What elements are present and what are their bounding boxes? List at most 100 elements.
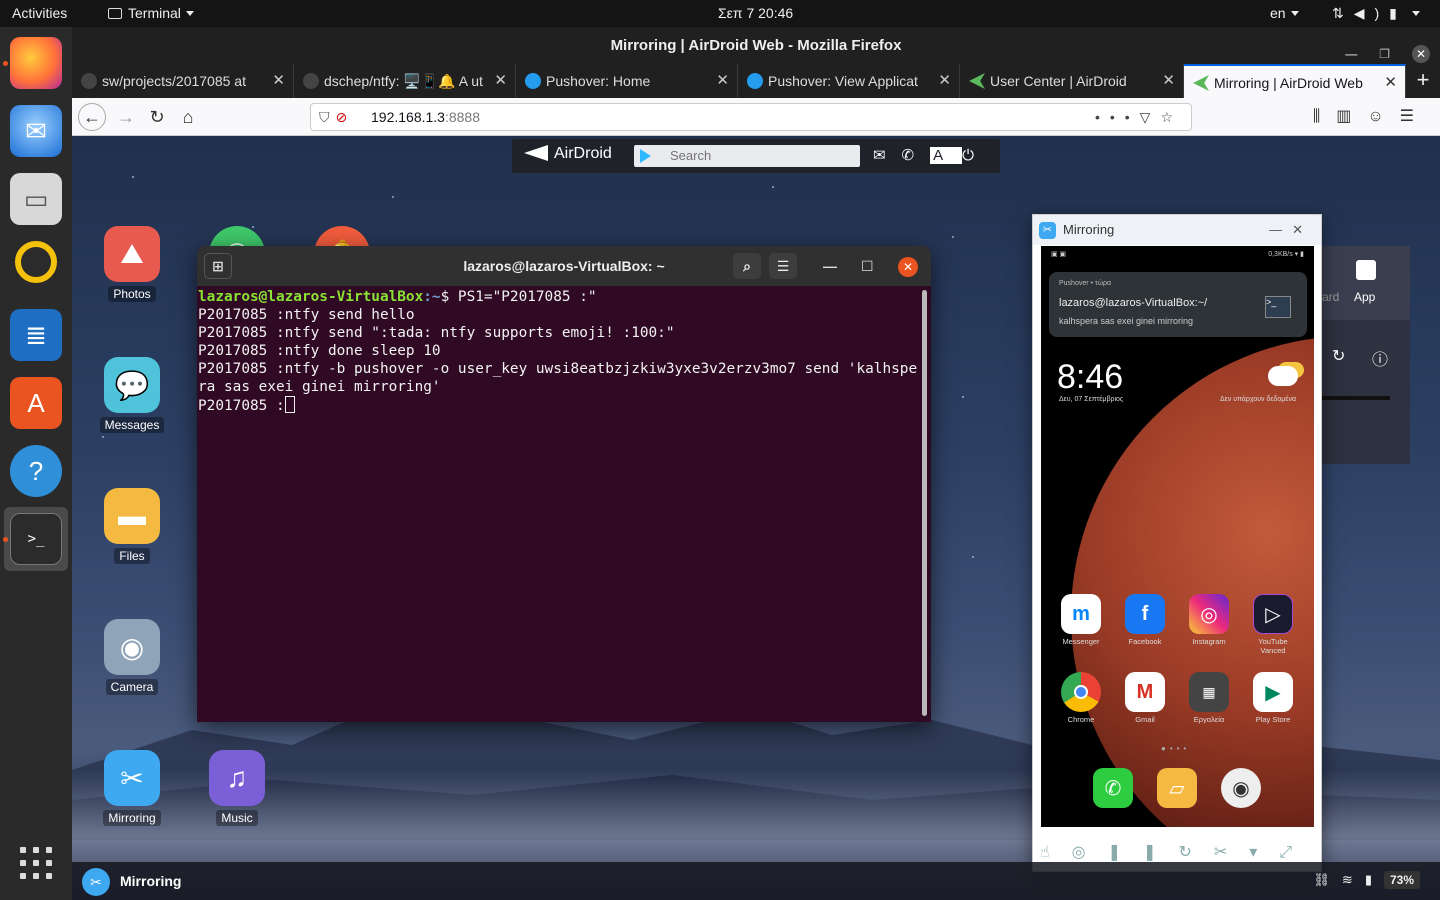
app-label[interactable]: App — [1354, 290, 1375, 304]
terminal-titlebar[interactable]: ⊞ lazaros@lazaros-VirtualBox: ~ ⌕ ☰ — ☐ … — [197, 246, 931, 286]
running-indicator — [3, 61, 8, 66]
thunderbird-icon[interactable]: ✉ — [10, 105, 62, 157]
chevron-down-icon — [1290, 11, 1299, 16]
terminal-scrollbar[interactable] — [922, 290, 927, 716]
info-icon[interactable]: ⓘ — [1372, 346, 1388, 370]
sidebar-icon[interactable]: ▥ — [1336, 108, 1367, 125]
phone-app-tools-folder[interactable]: ▦ Εργαλεία — [1181, 672, 1237, 724]
pocket-icon[interactable]: ▽ — [1140, 109, 1161, 125]
url-bar[interactable]: ⛉⊘ 192.168.1.3:8888 •••▽☆ — [310, 103, 1192, 131]
phone-icon[interactable]: ✆ — [902, 147, 931, 164]
app-label: Messages — [99, 417, 165, 433]
library-icon[interactable]: ⫼ — [1313, 108, 1336, 125]
link-icon[interactable]: ⛓ — [1313, 872, 1342, 887]
close-icon[interactable]: ✕ — [898, 257, 918, 277]
airdroid-icon — [969, 73, 985, 89]
airdroid-search-input[interactable] — [634, 145, 860, 167]
forward-button[interactable]: → — [112, 104, 140, 130]
bookmark-star-icon[interactable]: ☆ — [1160, 109, 1183, 125]
mirroring-titlebar[interactable]: ✂ Mirroring —✕ — [1033, 215, 1321, 245]
minimize-icon[interactable]: — — [1345, 47, 1357, 61]
touch-control-icon[interactable]: ☝ — [1040, 844, 1072, 861]
google-play-icon — [640, 149, 651, 163]
screenshot-icon[interactable]: ✂▾ — [1214, 844, 1279, 861]
tab-airdroid-user-center[interactable]: User Center | AirDroid ✕ — [960, 64, 1184, 98]
close-tab-icon[interactable]: ✕ — [1162, 64, 1175, 98]
search-icon[interactable]: ⌕ — [733, 253, 761, 279]
power-icon[interactable]: ⏻ — [962, 147, 990, 164]
maximize-icon[interactable]: ❐ — [1379, 47, 1390, 61]
menu-icon[interactable]: ☰ — [769, 253, 797, 279]
phone-dock-notes[interactable]: ▱ — [1149, 768, 1205, 811]
tab-github-project[interactable]: sw/projects/2017085 at ✕ — [72, 64, 294, 98]
taskbar-mirroring[interactable]: ✂ Mirroring — [82, 867, 181, 897]
rotate-icon[interactable]: ↻ — [1178, 844, 1213, 861]
app-music[interactable]: ♫ Music — [202, 750, 272, 826]
software-icon[interactable]: A — [10, 377, 62, 429]
tab-pushover-home[interactable]: Pushover: Home ✕ — [516, 64, 738, 98]
clock[interactable]: Σεπ 7 20:46 — [718, 5, 793, 21]
activities-button[interactable]: Activities — [12, 5, 67, 21]
phone-app-gmail[interactable]: M Gmail — [1117, 672, 1173, 724]
home-button[interactable]: ⌂ — [174, 104, 202, 130]
app-menu[interactable]: Terminal — [108, 5, 194, 21]
tab-ntfy[interactable]: dschep/ntfy: 🖥️📱🔔 A ut ✕ — [294, 64, 516, 98]
close-tab-icon[interactable]: ✕ — [1384, 66, 1397, 98]
phone-screen[interactable]: ▣ ▣ 0,3KB/s ▾ ▮ Pushover • τώρα lazaros@l… — [1041, 246, 1314, 827]
system-tray[interactable]: ⇅◀)▮ — [1332, 5, 1420, 22]
pushover-notification[interactable]: Pushover • τώρα lazaros@lazaros-VirtualB… — [1049, 272, 1307, 337]
phone-app-play-store[interactable]: ▶ Play Store — [1245, 672, 1301, 724]
tab-airdroid-mirroring[interactable]: Mirroring | AirDroid Web ✕ — [1184, 64, 1406, 98]
writer-icon[interactable]: ≣ — [10, 309, 62, 361]
show-apps-grid-icon[interactable] — [20, 847, 52, 879]
close-tab-icon[interactable]: ✕ — [716, 64, 729, 98]
close-tab-icon[interactable]: ✕ — [272, 64, 285, 98]
notification-title: lazaros@lazaros-VirtualBox:~/ — [1059, 297, 1208, 309]
app-photos[interactable]: ⛰ Photos — [97, 226, 167, 302]
app-files[interactable]: ▬ Files — [97, 488, 167, 564]
app-messages[interactable]: 💬 Messages — [97, 357, 167, 433]
site-info-icons[interactable]: ⛉⊘ — [319, 104, 353, 130]
minimize-icon[interactable]: — — [1269, 222, 1292, 237]
tab-pushover-app[interactable]: Pushover: View Applicat ✕ — [738, 64, 960, 98]
close-tab-icon[interactable]: ✕ — [938, 64, 951, 98]
phone-app-messenger[interactable]: m Messenger — [1053, 594, 1109, 646]
close-icon[interactable]: ✕ — [1412, 45, 1430, 63]
phone-app-youtube-vanced[interactable]: ▷ YouTube Vanced — [1245, 594, 1301, 655]
messages-icon: 💬 — [104, 357, 160, 413]
terminal-output[interactable]: lazaros@lazaros-VirtualBox:~$ PS1="P2017… — [198, 288, 918, 415]
page-actions-icon[interactable]: ••• — [1095, 109, 1140, 125]
fullscreen-icon[interactable]: ⤢ — [1279, 844, 1314, 861]
firefox-icon[interactable] — [10, 37, 62, 89]
phone-dock-phone[interactable]: ✆ — [1085, 768, 1141, 811]
view-mode-icon[interactable]: ◎ — [1072, 844, 1108, 861]
files-icon[interactable]: ▭ — [10, 173, 62, 225]
prompt-path: :~ — [423, 289, 441, 305]
app-icon[interactable] — [1356, 260, 1376, 280]
app-mirroring[interactable]: ✂ Mirroring — [97, 750, 167, 826]
mail-icon[interactable]: ✉ — [873, 147, 902, 164]
rhythmbox-icon[interactable] — [15, 241, 57, 283]
new-tab-icon[interactable]: ⊞ — [204, 253, 232, 279]
close-tab-icon[interactable]: ✕ — [494, 64, 507, 98]
reload-button[interactable]: ↻ — [143, 104, 171, 130]
minimize-icon[interactable]: — — [823, 258, 837, 274]
phone-dock-camera[interactable]: ◉ — [1213, 768, 1269, 811]
back-button[interactable]: ← — [78, 103, 106, 131]
account-icon[interactable]: ☺ — [1367, 108, 1399, 125]
terminal-icon[interactable]: >_ — [10, 513, 62, 565]
phone-app-instagram[interactable]: ◎ Instagram — [1181, 594, 1237, 646]
language-indicator[interactable]: en — [1270, 5, 1299, 21]
app-camera[interactable]: ◉ Camera — [97, 619, 167, 695]
phone-app-facebook[interactable]: f Facebook — [1117, 594, 1173, 646]
phone-app-chrome[interactable]: Chrome — [1053, 672, 1109, 724]
text-icon[interactable]: A — [930, 147, 963, 164]
close-icon[interactable]: ✕ — [1292, 222, 1313, 237]
menu-icon[interactable]: ☰ — [1400, 108, 1430, 125]
refresh-icon[interactable]: ↻ — [1332, 346, 1345, 366]
notification-app: Pushover • τώρα — [1059, 280, 1112, 287]
pause-icon[interactable]: ❚❚ — [1108, 844, 1179, 861]
maximize-icon[interactable]: ☐ — [861, 258, 874, 274]
new-tab-button[interactable]: + — [1406, 64, 1440, 98]
help-icon[interactable]: ? — [10, 445, 62, 497]
